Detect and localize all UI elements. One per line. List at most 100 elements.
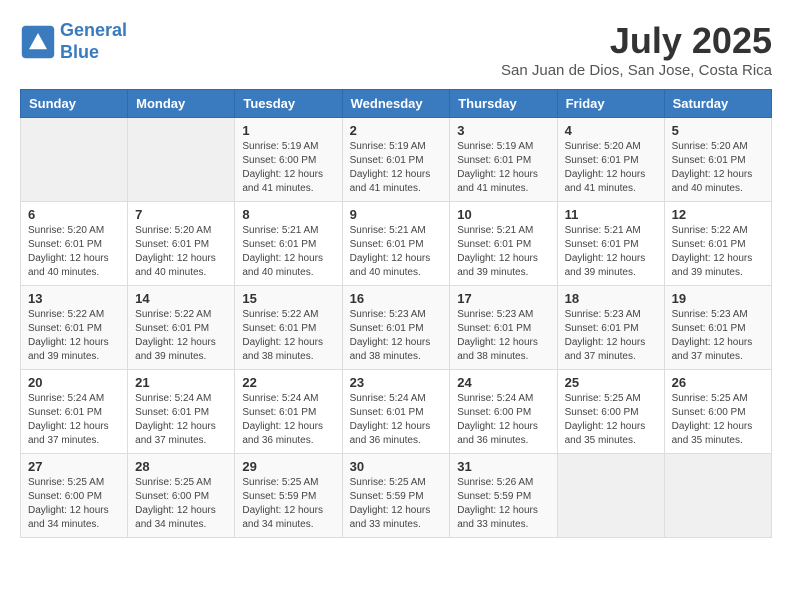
logo-line1: General bbox=[60, 20, 127, 40]
day-number: 15 bbox=[242, 291, 334, 306]
day-detail: Sunrise: 5:24 AM Sunset: 6:01 PM Dayligh… bbox=[242, 392, 334, 448]
day-number: 16 bbox=[350, 291, 443, 306]
day-detail: Sunrise: 5:23 AM Sunset: 6:01 PM Dayligh… bbox=[672, 308, 764, 364]
day-number: 22 bbox=[242, 375, 334, 390]
calendar-cell: 1 Sunrise: 5:19 AM Sunset: 6:00 PM Daylig… bbox=[235, 118, 342, 202]
day-detail: Sunrise: 5:23 AM Sunset: 6:01 PM Dayligh… bbox=[565, 308, 657, 364]
day-detail: Sunrise: 5:20 AM Sunset: 6:01 PM Dayligh… bbox=[135, 224, 227, 280]
day-number: 9 bbox=[350, 207, 443, 222]
day-number: 20 bbox=[28, 375, 120, 390]
day-detail: Sunrise: 5:23 AM Sunset: 6:01 PM Dayligh… bbox=[350, 308, 443, 364]
day-number: 1 bbox=[242, 123, 334, 138]
day-detail: Sunrise: 5:19 AM Sunset: 6:01 PM Dayligh… bbox=[457, 140, 549, 196]
calendar-cell: 3 Sunrise: 5:19 AM Sunset: 6:01 PM Daylig… bbox=[450, 118, 557, 202]
day-number: 26 bbox=[672, 375, 764, 390]
day-number: 17 bbox=[457, 291, 549, 306]
day-detail: Sunrise: 5:21 AM Sunset: 6:01 PM Dayligh… bbox=[350, 224, 443, 280]
calendar-cell bbox=[664, 454, 771, 538]
day-detail: Sunrise: 5:19 AM Sunset: 6:01 PM Dayligh… bbox=[350, 140, 443, 196]
calendar-cell: 31 Sunrise: 5:26 AM Sunset: 5:59 PM Dayli… bbox=[450, 454, 557, 538]
calendar-cell bbox=[557, 454, 664, 538]
day-detail: Sunrise: 5:21 AM Sunset: 6:01 PM Dayligh… bbox=[565, 224, 657, 280]
calendar-cell: 28 Sunrise: 5:25 AM Sunset: 6:00 PM Dayli… bbox=[128, 454, 235, 538]
day-number: 25 bbox=[565, 375, 657, 390]
calendar-cell: 18Sunrise: 5:23 AM Sunset: 6:01 PM Dayli… bbox=[557, 286, 664, 370]
day-detail: Sunrise: 5:24 AM Sunset: 6:01 PM Dayligh… bbox=[350, 392, 443, 448]
day-detail: Sunrise: 5:24 AM Sunset: 6:01 PM Dayligh… bbox=[135, 392, 227, 448]
calendar: SundayMondayTuesdayWednesdayThursdayFrid… bbox=[20, 89, 772, 538]
day-number: 12 bbox=[672, 207, 764, 222]
day-number: 13 bbox=[28, 291, 120, 306]
calendar-week-4: 20 Sunrise: 5:24 AM Sunset: 6:01 PM Dayli… bbox=[21, 370, 772, 454]
day-detail: Sunrise: 5:21 AM Sunset: 6:01 PM Dayligh… bbox=[457, 224, 549, 280]
header-sunday: Sunday bbox=[21, 90, 128, 118]
day-detail: Sunrise: 5:24 AM Sunset: 6:00 PM Dayligh… bbox=[457, 392, 549, 448]
day-number: 3 bbox=[457, 123, 549, 138]
day-detail: Sunrise: 5:20 AM Sunset: 6:01 PM Dayligh… bbox=[28, 224, 120, 280]
calendar-week-3: 13 Sunrise: 5:22 AM Sunset: 6:01 PM Dayli… bbox=[21, 286, 772, 370]
day-number: 10 bbox=[457, 207, 549, 222]
day-number: 4 bbox=[565, 123, 657, 138]
day-detail: Sunrise: 5:25 AM Sunset: 5:59 PM Dayligh… bbox=[242, 476, 334, 532]
calendar-week-1: 1 Sunrise: 5:19 AM Sunset: 6:00 PM Daylig… bbox=[21, 118, 772, 202]
day-number: 23 bbox=[350, 375, 443, 390]
calendar-cell: 16 Sunrise: 5:23 AM Sunset: 6:01 PM Dayli… bbox=[342, 286, 450, 370]
header-thursday: Thursday bbox=[450, 90, 557, 118]
day-detail: Sunrise: 5:25 AM Sunset: 6:00 PM Dayligh… bbox=[135, 476, 227, 532]
header-monday: Monday bbox=[128, 90, 235, 118]
calendar-cell: 25Sunrise: 5:25 AM Sunset: 6:00 PM Dayli… bbox=[557, 370, 664, 454]
calendar-cell: 8 Sunrise: 5:21 AM Sunset: 6:01 PM Daylig… bbox=[235, 202, 342, 286]
calendar-cell: 14 Sunrise: 5:22 AM Sunset: 6:01 PM Dayli… bbox=[128, 286, 235, 370]
location-title: San Juan de Dios, San Jose, Costa Rica bbox=[501, 62, 772, 79]
day-number: 27 bbox=[28, 459, 120, 474]
calendar-cell: 27Sunrise: 5:25 AM Sunset: 6:00 PM Dayli… bbox=[21, 454, 128, 538]
calendar-cell: 4 Sunrise: 5:20 AM Sunset: 6:01 PM Daylig… bbox=[557, 118, 664, 202]
calendar-cell: 26 Sunrise: 5:25 AM Sunset: 6:00 PM Dayli… bbox=[664, 370, 771, 454]
calendar-cell bbox=[21, 118, 128, 202]
calendar-week-2: 6Sunrise: 5:20 AM Sunset: 6:01 PM Daylig… bbox=[21, 202, 772, 286]
calendar-cell bbox=[128, 118, 235, 202]
day-detail: Sunrise: 5:24 AM Sunset: 6:01 PM Dayligh… bbox=[28, 392, 120, 448]
calendar-week-5: 27 Sunrise: 5:25 AM Sunset: 6:00 PM Dayli… bbox=[21, 454, 772, 538]
day-number: 8 bbox=[242, 207, 334, 222]
day-number: 2 bbox=[350, 123, 443, 138]
month-title: July 2025 bbox=[501, 20, 772, 62]
day-number: 28 bbox=[135, 459, 227, 474]
day-detail: Sunrise: 5:26 AM Sunset: 5:59 PM Dayligh… bbox=[457, 476, 549, 532]
day-detail: Sunrise: 5:22 AM Sunset: 6:01 PM Dayligh… bbox=[135, 308, 227, 364]
header-friday: Friday bbox=[557, 90, 664, 118]
day-number: 30 bbox=[350, 459, 443, 474]
day-detail: Sunrise: 5:19 AM Sunset: 6:00 PM Dayligh… bbox=[242, 140, 334, 196]
day-detail: Sunrise: 5:21 AM Sunset: 6:01 PM Dayligh… bbox=[242, 224, 334, 280]
day-number: 11 bbox=[565, 207, 657, 222]
calendar-cell: 15 Sunrise: 5:22 AM Sunset: 6:01 PM Dayli… bbox=[235, 286, 342, 370]
calendar-cell: 13 Sunrise: 5:22 AM Sunset: 6:01 PM Dayli… bbox=[21, 286, 128, 370]
calendar-header-row: SundayMondayTuesdayWednesdayThursdayFrid… bbox=[21, 90, 772, 118]
header-saturday: Saturday bbox=[664, 90, 771, 118]
day-detail: Sunrise: 5:23 AM Sunset: 6:01 PM Dayligh… bbox=[457, 308, 549, 364]
calendar-cell: 9 Sunrise: 5:21 AM Sunset: 6:01 PM Daylig… bbox=[342, 202, 450, 286]
title-area: July 2025 San Juan de Dios, San Jose, Co… bbox=[501, 20, 772, 79]
day-detail: Sunrise: 5:22 AM Sunset: 6:01 PM Dayligh… bbox=[242, 308, 334, 364]
logo-text: General Blue bbox=[60, 20, 127, 63]
day-number: 31 bbox=[457, 459, 549, 474]
header-wednesday: Wednesday bbox=[342, 90, 450, 118]
calendar-cell: 23 Sunrise: 5:24 AM Sunset: 6:01 PM Dayli… bbox=[342, 370, 450, 454]
logo-icon bbox=[20, 24, 56, 60]
calendar-cell: 22 Sunrise: 5:24 AM Sunset: 6:01 PM Dayli… bbox=[235, 370, 342, 454]
calendar-cell: 19 Sunrise: 5:23 AM Sunset: 6:01 PM Dayli… bbox=[664, 286, 771, 370]
calendar-cell: 2 Sunrise: 5:19 AM Sunset: 6:01 PM Daylig… bbox=[342, 118, 450, 202]
day-number: 14 bbox=[135, 291, 227, 306]
calendar-cell: 12 Sunrise: 5:22 AM Sunset: 6:01 PM Dayli… bbox=[664, 202, 771, 286]
calendar-cell: 24Sunrise: 5:24 AM Sunset: 6:00 PM Dayli… bbox=[450, 370, 557, 454]
calendar-cell: 17 Sunrise: 5:23 AM Sunset: 6:01 PM Dayli… bbox=[450, 286, 557, 370]
day-number: 19 bbox=[672, 291, 764, 306]
calendar-cell: 30Sunrise: 5:25 AM Sunset: 5:59 PM Dayli… bbox=[342, 454, 450, 538]
calendar-cell: 29Sunrise: 5:25 AM Sunset: 5:59 PM Dayli… bbox=[235, 454, 342, 538]
day-detail: Sunrise: 5:22 AM Sunset: 6:01 PM Dayligh… bbox=[672, 224, 764, 280]
day-detail: Sunrise: 5:22 AM Sunset: 6:01 PM Dayligh… bbox=[28, 308, 120, 364]
day-detail: Sunrise: 5:20 AM Sunset: 6:01 PM Dayligh… bbox=[565, 140, 657, 196]
calendar-cell: 5Sunrise: 5:20 AM Sunset: 6:01 PM Daylig… bbox=[664, 118, 771, 202]
day-detail: Sunrise: 5:20 AM Sunset: 6:01 PM Dayligh… bbox=[672, 140, 764, 196]
day-detail: Sunrise: 5:25 AM Sunset: 6:00 PM Dayligh… bbox=[672, 392, 764, 448]
